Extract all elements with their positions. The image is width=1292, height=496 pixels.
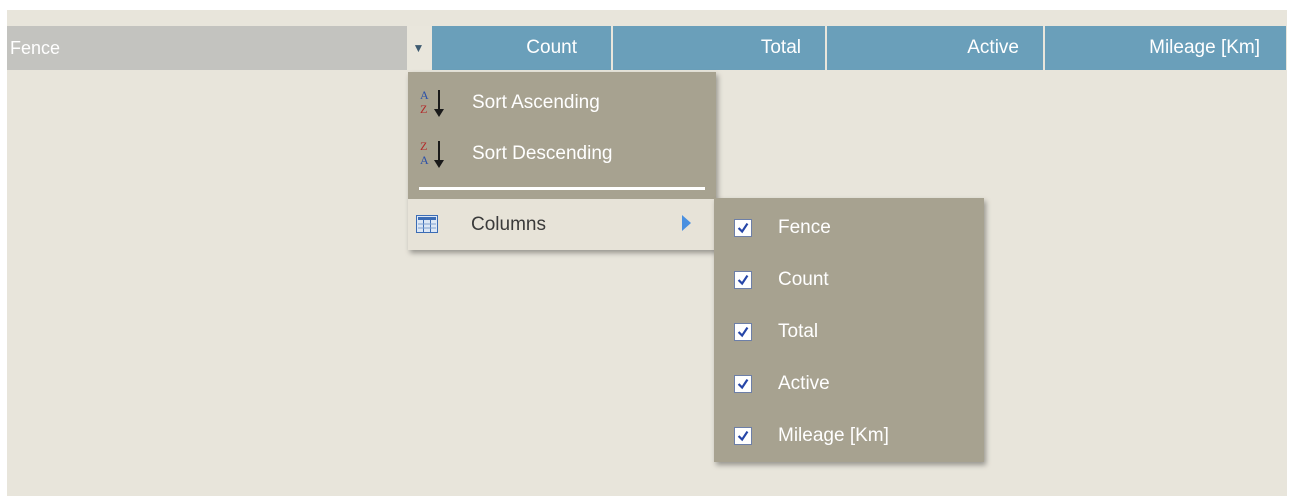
- column-toggle-active[interactable]: Active: [714, 358, 984, 410]
- svg-text:Z: Z: [420, 102, 427, 116]
- column-header-count[interactable]: Count: [432, 26, 613, 70]
- menu-item-sort-ascending[interactable]: A Z Sort Ascending: [408, 78, 708, 128]
- column-toggle-label: Total: [778, 321, 819, 342]
- grid-header-row: Fence ▼ Count Total Active Mileage [Km]: [7, 26, 1286, 70]
- svg-text:Z: Z: [420, 139, 427, 153]
- menu-item-sort-descending[interactable]: Z A Sort Descending: [408, 129, 708, 179]
- menu-item-label: Sort Ascending: [472, 92, 600, 113]
- menu-item-columns[interactable]: Columns: [408, 199, 716, 250]
- column-header-fence[interactable]: Fence: [7, 26, 407, 70]
- sort-za-icon: Z A: [420, 139, 444, 168]
- svg-text:A: A: [420, 153, 429, 167]
- column-header-label: Total: [760, 37, 801, 58]
- triangle-right-icon: [682, 215, 691, 231]
- column-toggle-label: Active: [778, 373, 830, 394]
- column-toggle-label: Fence: [778, 217, 831, 238]
- checkbox-checked-icon[interactable]: [734, 375, 752, 393]
- triangle-down-icon: ▼: [412, 41, 425, 55]
- column-toggle-mileage[interactable]: Mileage [Km]: [714, 410, 984, 462]
- column-header-label: Mileage [Km]: [1149, 37, 1260, 58]
- column-header-active[interactable]: Active: [827, 26, 1045, 70]
- column-header-mileage[interactable]: Mileage [Km]: [1045, 26, 1286, 70]
- column-toggle-count[interactable]: Count: [714, 254, 984, 306]
- column-toggle-fence[interactable]: Fence: [714, 202, 984, 254]
- column-menu-dropdown-button[interactable]: ▼: [407, 26, 432, 70]
- column-toggle-label: Mileage [Km]: [778, 425, 889, 446]
- column-header-label: Active: [967, 37, 1019, 58]
- columns-submenu: Fence Count Total Active Mileage [Km]: [714, 198, 984, 462]
- checkbox-checked-icon[interactable]: [734, 427, 752, 445]
- checkbox-checked-icon[interactable]: [734, 323, 752, 341]
- column-header-label: Count: [526, 37, 577, 58]
- menu-item-label: Sort Descending: [472, 143, 613, 164]
- sort-az-icon: A Z: [420, 88, 444, 117]
- checkbox-checked-icon[interactable]: [734, 271, 752, 289]
- column-menu: A Z Sort Ascending Z A Sort Descending C…: [408, 72, 716, 250]
- column-toggle-label: Count: [778, 269, 829, 290]
- column-header-label: Fence: [10, 37, 61, 58]
- menu-separator: [419, 187, 705, 190]
- checkbox-checked-icon[interactable]: [734, 219, 752, 237]
- menu-item-label: Columns: [471, 213, 546, 235]
- column-header-total[interactable]: Total: [613, 26, 827, 70]
- svg-text:A: A: [420, 88, 429, 102]
- columns-icon: [416, 215, 438, 233]
- column-toggle-total[interactable]: Total: [714, 306, 984, 358]
